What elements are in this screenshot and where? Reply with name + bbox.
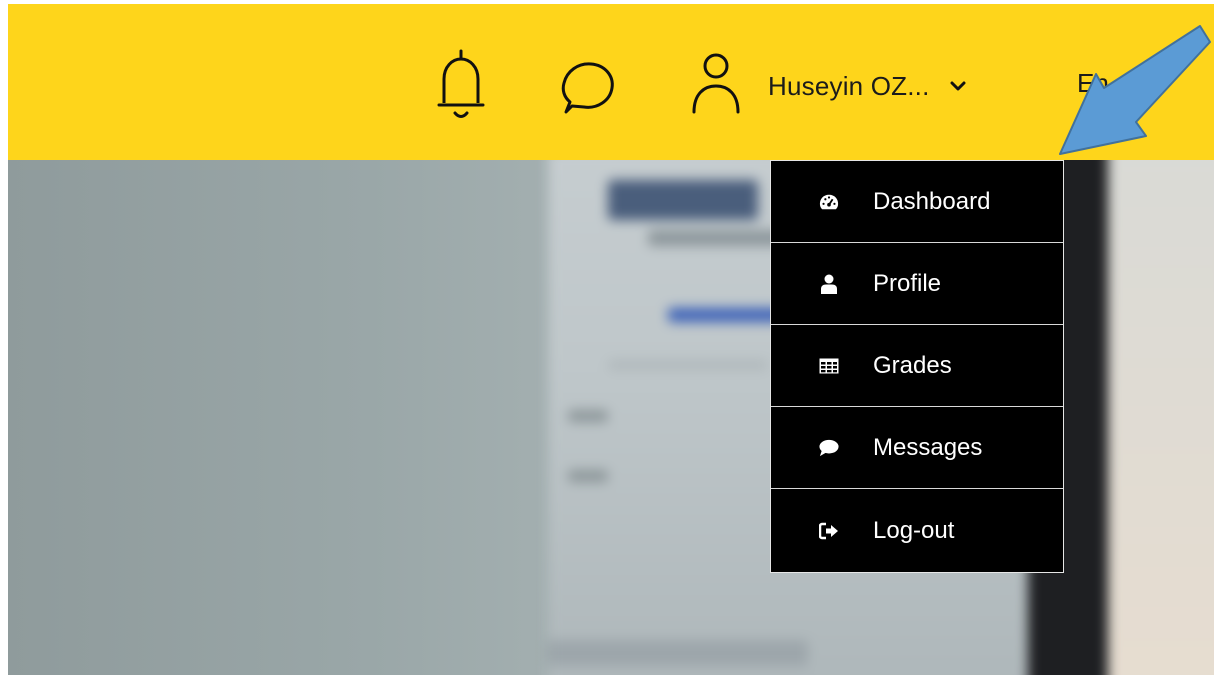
messages-chat-icon[interactable] [556,56,618,116]
blur-shape [568,410,608,422]
dashboard-icon [819,192,839,212]
dropdown-item-grades[interactable]: Grades [771,325,1063,407]
wall-blur [1108,160,1214,675]
blur-shape [548,640,808,666]
user-dropdown-menu: Dashboard Profile Grades Messages Log-ou… [770,160,1064,573]
dropdown-item-label: Log-out [873,516,955,544]
language-selector[interactable]: En [1077,68,1109,99]
user-icon[interactable] [688,50,744,116]
blur-shape [608,180,758,220]
dropdown-item-messages[interactable]: Messages [771,407,1063,489]
logout-icon [819,521,839,541]
comment-icon [819,438,839,458]
dropdown-item-dashboard[interactable]: Dashboard [771,161,1063,243]
dropdown-item-profile[interactable]: Profile [771,243,1063,325]
dropdown-item-label: Profile [873,269,942,297]
chevron-down-icon [950,80,966,92]
user-menu-toggle[interactable]: Huseyin OZ... [768,64,966,108]
dropdown-item-label: Grades [873,351,952,379]
user-name: Huseyin OZ... [768,70,930,101]
table-icon [819,356,839,376]
notifications-bell-icon[interactable] [430,47,492,125]
profile-icon [819,274,839,294]
dropdown-item-logout[interactable]: Log-out [771,489,1063,572]
dropdown-item-label: Messages [873,433,983,461]
dropdown-item-label: Dashboard [873,187,991,215]
blur-shape [608,360,768,370]
header-bar: Huseyin OZ... En [8,4,1214,160]
blur-shape [568,470,608,482]
